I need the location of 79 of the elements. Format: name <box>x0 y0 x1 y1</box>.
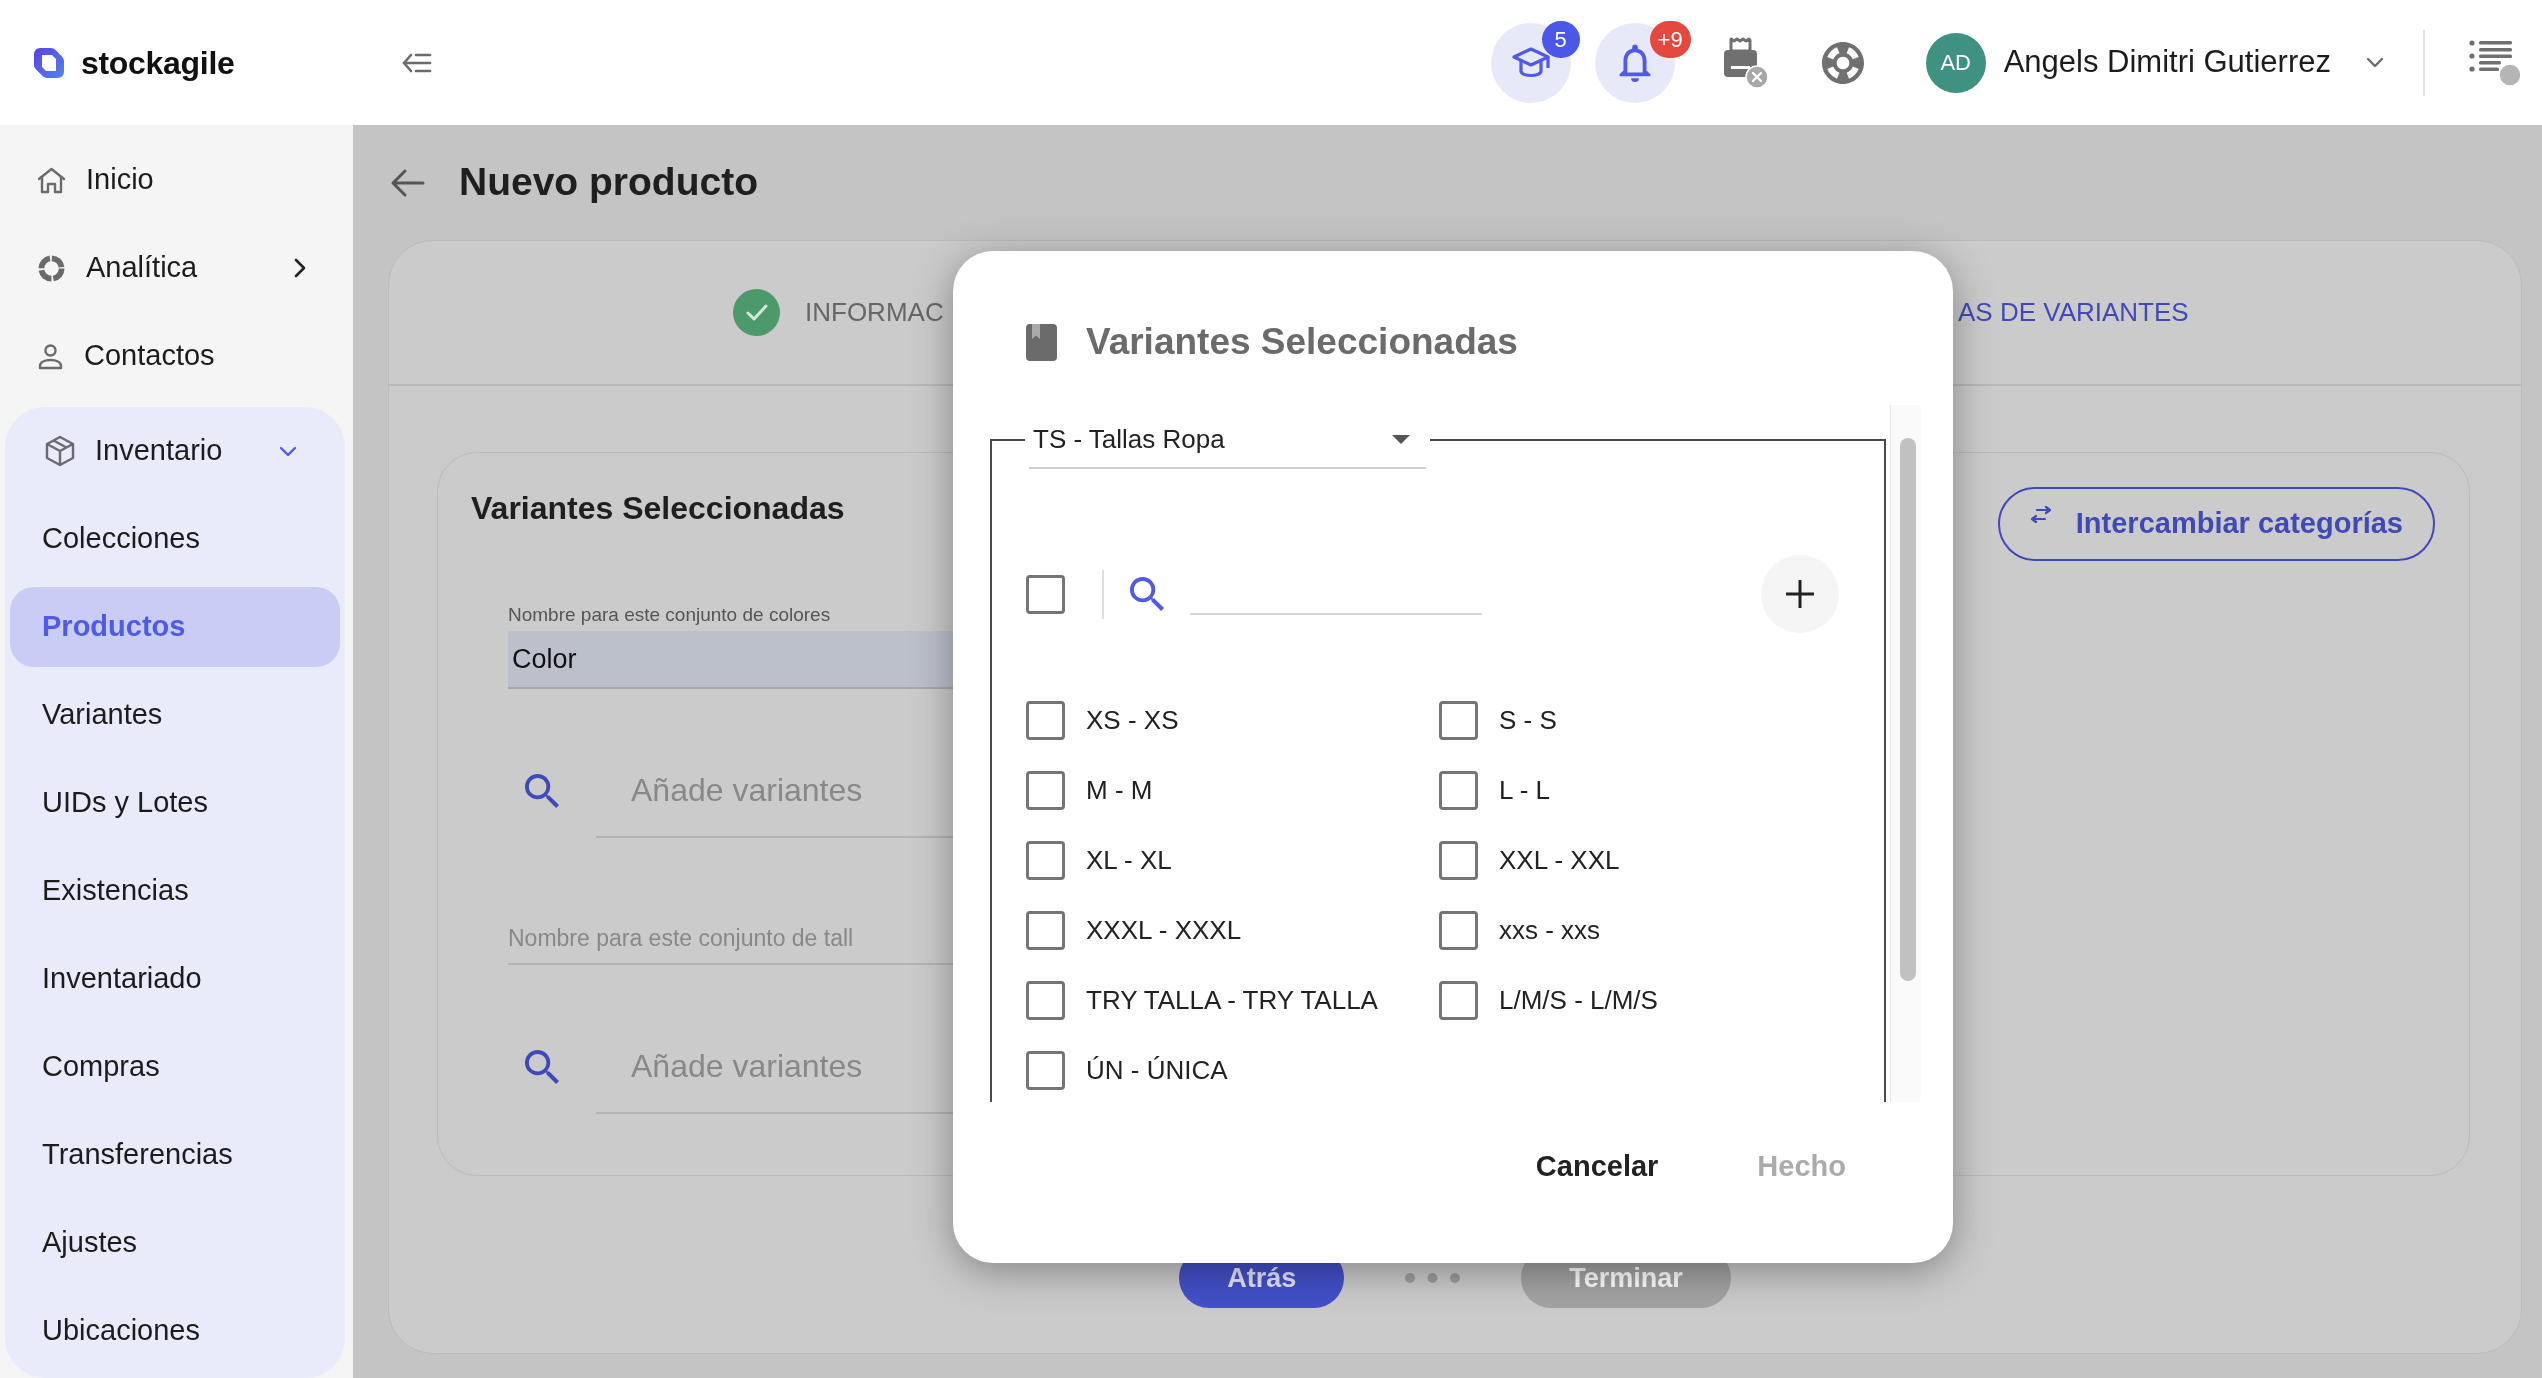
help-button[interactable] <box>1821 41 1864 84</box>
caret-down-icon <box>1392 434 1410 444</box>
book-icon <box>1026 323 1057 361</box>
status-dot-icon <box>2498 62 2522 87</box>
dialog-title: Variantes Seleccionadas <box>1086 320 1518 365</box>
nav-item[interactable]: Compras <box>10 1027 340 1107</box>
search-icon <box>1130 576 1165 612</box>
checkbox[interactable] <box>1026 770 1065 810</box>
printer-icon <box>1721 36 1759 79</box>
nav-item[interactable]: Inventario <box>5 407 345 495</box>
nav-item[interactable]: Contactos <box>0 312 353 400</box>
checkbox[interactable] <box>1439 770 1478 810</box>
logo-text[interactable]: stockagile <box>81 38 235 87</box>
checkbox[interactable] <box>1439 980 1478 1020</box>
count-badge: 5 <box>1541 20 1580 58</box>
nav-item[interactable]: Variantes <box>10 675 340 755</box>
checkbox[interactable] <box>1439 910 1478 950</box>
checkbox[interactable] <box>1026 840 1065 880</box>
nav-item[interactable]: Inventariado <box>10 939 340 1019</box>
plus-icon <box>1785 579 1815 609</box>
count-badge: +9 <box>1649 20 1691 58</box>
option-label[interactable]: L/M/S - L/M/S <box>1499 980 1658 1020</box>
box-icon <box>45 435 75 467</box>
option-label[interactable]: L - L <box>1499 770 1551 810</box>
list-icon <box>2469 38 2512 73</box>
tasks-button[interactable] <box>2469 38 2522 87</box>
nav-item[interactable]: Existencias <box>10 851 340 931</box>
field-label: Nombre para este conjunto de colores <box>508 603 831 627</box>
cancel-button[interactable]: Cancelar <box>1519 1137 1675 1197</box>
checkbox[interactable] <box>1026 910 1065 950</box>
dots-icon <box>1404 1272 1462 1284</box>
collapse-sidebar-button[interactable] <box>402 51 432 74</box>
nav-item[interactable]: Colecciones <box>10 499 340 579</box>
option-label[interactable]: TRY TALLA - TRY TALLA <box>1086 980 1378 1020</box>
lifebuoy-icon <box>1821 41 1864 84</box>
graduation-cap-icon <box>1510 46 1551 79</box>
user-menu-button[interactable]: Angels Dimitri Gutierrez <box>2003 39 2385 86</box>
logo-icon <box>33 46 65 79</box>
printer-button[interactable] <box>1721 36 1769 89</box>
step-label[interactable]: INFORMAC <box>805 293 944 332</box>
nav-item[interactable]: Ajustes <box>10 1203 340 1283</box>
option-label[interactable]: ÚN - ÚNICA <box>1086 1050 1228 1090</box>
nav-item[interactable]: Analítica <box>0 224 353 312</box>
checkbox[interactable] <box>1026 574 1065 614</box>
option-label[interactable]: XXL - XXL <box>1499 840 1620 880</box>
person-icon <box>37 342 64 370</box>
swap-arrows-icon <box>2029 505 2052 523</box>
checkbox[interactable] <box>1026 1050 1065 1090</box>
user-avatar: AD <box>1925 32 1986 93</box>
collapse-icon <box>402 51 432 74</box>
option-label[interactable]: S - S <box>1499 700 1557 740</box>
nav-item[interactable]: UIDs y Lotes <box>10 763 340 843</box>
x-circle-icon <box>1744 64 1769 89</box>
donut-chart-icon <box>37 253 66 283</box>
bell-icon <box>1617 43 1652 82</box>
option-label[interactable]: xxs - xxs <box>1499 910 1601 950</box>
checkbox[interactable] <box>1026 980 1065 1020</box>
nav-item[interactable]: Ubicaciones <box>10 1291 340 1371</box>
search-icon <box>525 1049 560 1085</box>
home-icon <box>37 166 66 194</box>
option-label[interactable]: XXXL - XXXL <box>1086 910 1242 950</box>
nav-item[interactable]: Transferencias <box>10 1115 340 1195</box>
back-arrow-icon <box>390 167 425 198</box>
scrollbar-thumb[interactable] <box>1900 438 1916 981</box>
back-button[interactable] <box>390 167 425 198</box>
option-label[interactable]: M - M <box>1086 770 1153 810</box>
step-label[interactable]: AS DE VARIANTES <box>1958 293 2189 332</box>
page-title: Nuevo producto <box>459 159 758 206</box>
card-title: Variantes Seleccionadas <box>471 489 845 528</box>
option-label[interactable]: XS - XS <box>1086 700 1179 740</box>
swap-categories-button[interactable]: Intercambiar categorías <box>1997 487 2435 561</box>
option-label[interactable]: XL - XL <box>1086 840 1172 880</box>
category-select[interactable]: TS - Tallas Ropa <box>1029 411 1426 469</box>
search-icon <box>525 773 560 809</box>
checkbox[interactable] <box>1439 840 1478 880</box>
chevron-down-icon <box>2365 56 2385 69</box>
checkbox[interactable] <box>1026 700 1065 740</box>
checkbox[interactable] <box>1439 700 1478 740</box>
nav-item[interactable]: Inicio <box>0 136 353 224</box>
